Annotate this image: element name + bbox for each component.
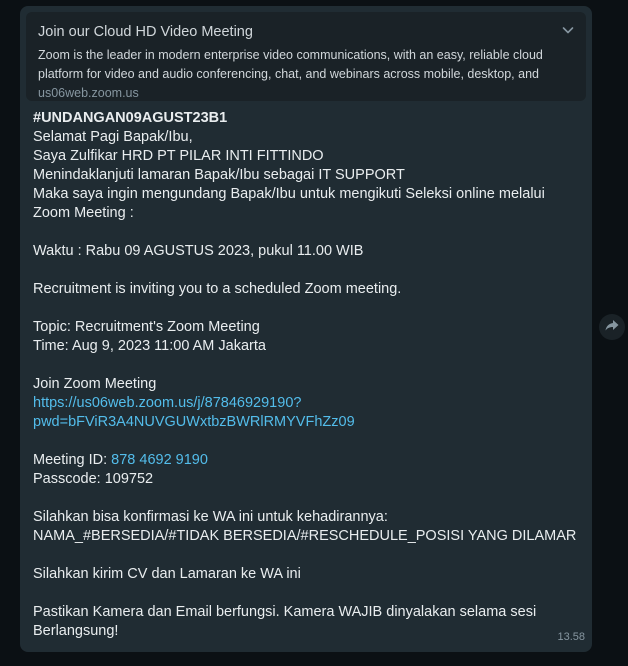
message-heading: #UNDANGAN09AGUST23B1 xyxy=(33,110,228,126)
message-line: Saya Zulfikar HRD PT PILAR INTI FITTINDO xyxy=(33,148,324,164)
link-preview-title: Join our Cloud HD Video Meeting xyxy=(38,24,253,40)
meeting-id-label: Meeting ID: xyxy=(33,452,112,468)
message-text: #UNDANGAN09AGUST23B1 Selamat Pagi Bapak/… xyxy=(33,109,579,641)
message-line: Recruitment is inviting you to a schedul… xyxy=(33,281,402,297)
zoom-join-link-continued[interactable]: pwd=bFViR3A4NUVGUWxtbzBWRlRMYVFhZz09 xyxy=(33,413,579,432)
message-line: Pastikan Kamera dan Email berfungsi. Kam… xyxy=(33,604,537,620)
message-line: Berlangsung! xyxy=(33,623,119,639)
message-line: Selamat Pagi Bapak/Ibu, xyxy=(33,129,193,145)
message-line: Silahkan bisa konfirmasi ke WA ini untuk… xyxy=(33,509,388,525)
meeting-id-link[interactable]: 878 4692 9190 xyxy=(111,452,208,468)
link-preview-card[interactable]: Join our Cloud HD Video Meeting Zoom is … xyxy=(26,12,586,101)
link-preview-description-line: Zoom is the leader in modern enterprise … xyxy=(38,48,543,62)
forward-button[interactable] xyxy=(599,314,625,340)
meeting-id-line: Meeting ID: 878 4692 9190 xyxy=(33,451,579,470)
message-line: Maka saya ingin mengundang Bapak/Ibu unt… xyxy=(33,186,545,202)
link-preview-description-line: platform for video and audio conferencin… xyxy=(38,67,539,81)
message-bubble[interactable]: Join our Cloud HD Video Meeting Zoom is … xyxy=(20,6,592,652)
forward-arrow-icon xyxy=(604,317,620,338)
message-line: Waktu : Rabu 09 AGUSTUS 2023, pukul 11.0… xyxy=(33,243,364,259)
link-preview-description: Zoom is the leader in modern enterprise … xyxy=(38,46,574,84)
message-line: NAMA_#BERSEDIA/#TIDAK BERSEDIA/#RESCHEDU… xyxy=(33,528,577,544)
message-line: Join Zoom Meeting xyxy=(33,376,157,392)
message-line: Passcode: 109752 xyxy=(33,471,154,487)
message-line: Zoom Meeting : xyxy=(33,205,134,221)
link-preview-domain: us06web.zoom.us xyxy=(38,86,139,100)
message-line: Topic: Recruitment's Zoom Meeting xyxy=(33,319,260,335)
message-line: Time: Aug 9, 2023 11:00 AM Jakarta xyxy=(33,338,266,354)
message-line: Menindaklanjuti lamaran Bapak/Ibu sebaga… xyxy=(33,167,405,183)
zoom-join-link[interactable]: https://us06web.zoom.us/j/87846929190? xyxy=(33,394,579,413)
chevron-down-icon[interactable] xyxy=(560,22,576,38)
message-timestamp: 13.58 xyxy=(557,631,585,643)
chat-view: Join our Cloud HD Video Meeting Zoom is … xyxy=(0,0,628,666)
message-line: Silahkan kirim CV dan Lamaran ke WA ini xyxy=(33,566,301,582)
